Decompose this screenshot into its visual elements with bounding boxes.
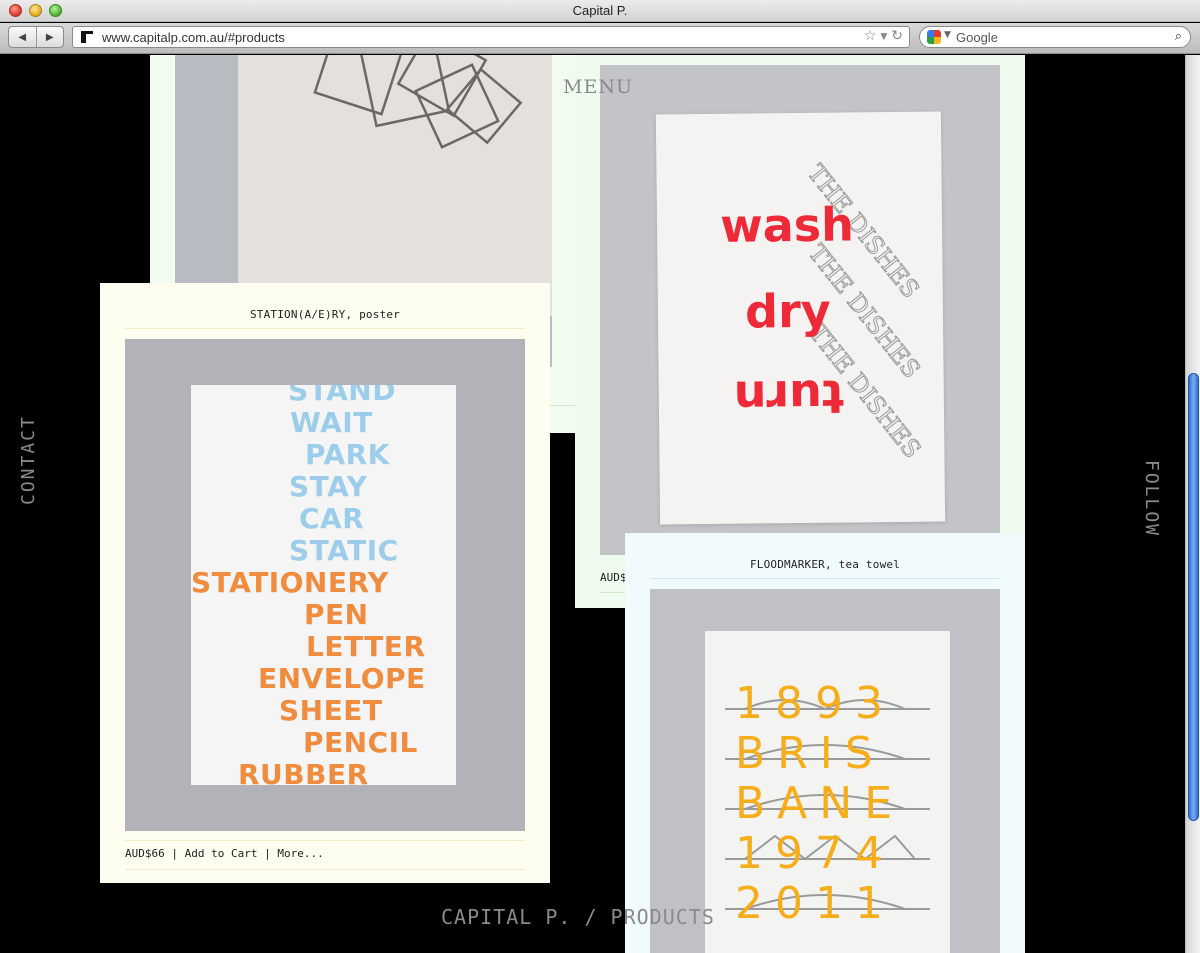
page-viewport: THE DISHES THE DISHES THE DISHES wash dr… — [0, 55, 1200, 953]
product-card-floodmarker[interactable]: FLOODMARKER, tea towel 1893 BRIS BANE 19… — [625, 533, 1025, 953]
address-bar[interactable]: www.capitalp.com.au/#products ☆ ▼ ↻ — [72, 26, 910, 48]
poster-word: LETTER — [306, 630, 426, 663]
back-arrow-icon: ◀ — [18, 31, 27, 43]
poster-word: RUBBER — [238, 758, 369, 786]
scrollbar-thumb[interactable] — [1188, 373, 1199, 821]
product-actions: AUD$66 | Add to Cart | More... — [125, 847, 324, 860]
product-price: AUD$66 — [125, 847, 165, 860]
google-logo-icon[interactable] — [927, 30, 941, 44]
address-text[interactable]: www.capitalp.com.au/#products — [102, 30, 285, 45]
separator: | — [264, 847, 271, 860]
bookmark-star-icon[interactable]: ☆ — [864, 28, 877, 44]
dropdown-caret-icon[interactable]: ▼ — [880, 32, 887, 44]
product-image-wash-dry-turn[interactable]: THE DISHES THE DISHES THE DISHES wash dr… — [600, 65, 1000, 555]
towel-word-wash: wash — [720, 197, 854, 252]
back-button[interactable]: ◀ — [9, 27, 36, 47]
towel-line-1974: 1974 — [735, 828, 895, 879]
poster-word: PENCIL — [303, 726, 418, 759]
card-divider — [125, 328, 525, 329]
tea-towel: THE DISHES THE DISHES THE DISHES wash dr… — [655, 111, 946, 525]
search-icon[interactable]: ⌕ — [1175, 29, 1182, 44]
reload-icon[interactable]: ↻ — [891, 28, 903, 44]
site-favicon-icon — [81, 31, 93, 43]
product-title[interactable]: STATION(A/E)RY, poster — [100, 308, 550, 321]
poster-paper: STAND WAIT PARK STAY CAR STATIC STATIONE… — [191, 385, 456, 785]
wash-price-partial: AUD$ — [600, 571, 627, 584]
poster-word: STAY — [289, 470, 368, 503]
forward-arrow-icon: ▶ — [45, 31, 54, 43]
card-divider — [125, 869, 525, 870]
poster-word: SHEET — [279, 694, 383, 727]
poster-word: STATIC — [289, 534, 399, 567]
poster-word: STATIONERY — [191, 566, 389, 599]
product-title[interactable]: FLOODMARKER, tea towel — [625, 558, 1025, 571]
poster-word: WAIT — [290, 406, 373, 439]
poster-word: PEN — [304, 598, 369, 631]
product-image-floodmarker[interactable]: 1893 BRIS BANE 1974 2011 — [650, 589, 1000, 953]
history-nav: ◀ ▶ — [8, 26, 64, 48]
card-divider — [125, 840, 525, 841]
poster-word-stack: STAND WAIT PARK STAY CAR STATIC STATIONE… — [191, 385, 456, 785]
separator: | — [171, 847, 178, 860]
follow-link[interactable]: FOLLOW — [1141, 460, 1162, 560]
search-placeholder[interactable]: Google — [956, 30, 998, 45]
towel-line-bris: BRIS — [735, 728, 885, 779]
add-to-cart-link[interactable]: Add to Cart — [185, 847, 258, 860]
forward-button[interactable]: ▶ — [35, 27, 64, 47]
towel-word-turn: turn — [733, 370, 844, 425]
towel-line-2011: 2011 — [735, 878, 895, 929]
browser-toolbar: ◀ ▶ www.capitalp.com.au/#products ☆ ▼ ↻ … — [0, 23, 1200, 54]
squares-artwork — [313, 55, 523, 149]
product-card-wash-dry-turn[interactable]: THE DISHES THE DISHES THE DISHES wash dr… — [575, 55, 1025, 608]
tea-towel: 1893 BRIS BANE 1974 2011 — [705, 631, 950, 953]
poster-word: PARK — [305, 438, 390, 471]
menu-link[interactable]: MENU — [563, 76, 633, 98]
towel-line-1893: 1893 — [735, 678, 895, 729]
poster-paper — [238, 55, 552, 316]
window-titlebar: Capital P. — [0, 0, 1200, 22]
card-divider — [550, 405, 577, 406]
poster-word: STAND — [288, 385, 396, 407]
contact-link[interactable]: CONTACT — [18, 385, 39, 505]
poster-word: CAR — [299, 502, 365, 535]
towel-word-dry: dry — [745, 284, 831, 339]
product-image-stationery-poster[interactable]: STAND WAIT PARK STAY CAR STATIC STATIONE… — [125, 339, 525, 831]
product-card-stationery-poster[interactable]: STATION(A/E)RY, poster STAND WAIT PARK S… — [100, 283, 550, 883]
wash-dry-turn-artwork: THE DISHES THE DISHES THE DISHES wash dr… — [720, 159, 927, 464]
more-link[interactable]: More... — [277, 847, 323, 860]
towel-line-bane: BANE — [735, 778, 904, 829]
address-bar-actions: ☆ ▼ ↻ — [864, 28, 903, 44]
card-divider — [650, 578, 1000, 579]
search-field[interactable]: ▼ Google ⌕ — [919, 26, 1191, 48]
breadcrumb[interactable]: CAPITAL P. / PRODUCTS — [441, 905, 715, 929]
window-title: Capital P. — [572, 3, 628, 18]
search-engine-caret-icon[interactable]: ▼ — [944, 30, 951, 40]
poster-word: ENVELOPE — [258, 662, 426, 695]
vertical-scrollbar[interactable] — [1185, 55, 1200, 953]
